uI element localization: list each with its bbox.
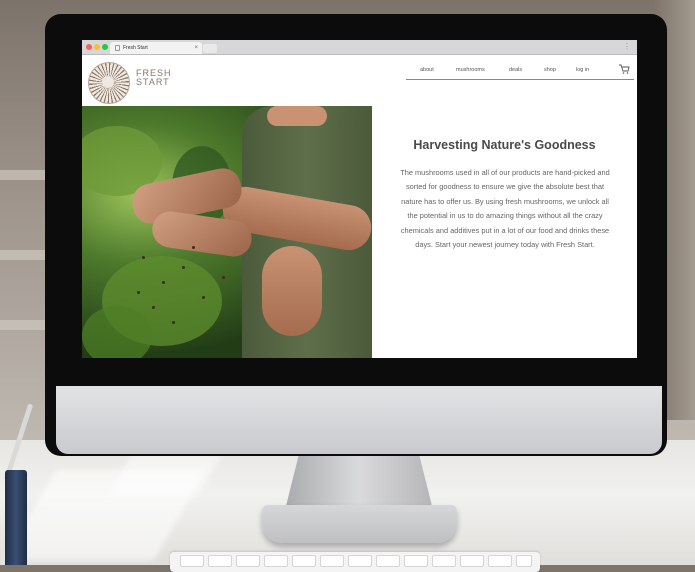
keyboard-key bbox=[320, 555, 344, 567]
soil-particle bbox=[162, 281, 165, 284]
new-tab-button[interactable] bbox=[203, 44, 217, 53]
pen-cup bbox=[5, 470, 27, 565]
soil-particle bbox=[192, 246, 195, 249]
cart-icon[interactable] bbox=[618, 64, 630, 74]
nav-link-about[interactable]: about bbox=[420, 67, 434, 73]
brand-name-line2[interactable]: START bbox=[136, 78, 170, 87]
browser-tab[interactable]: Fresh Start × bbox=[110, 42, 202, 54]
hero-image bbox=[82, 106, 372, 358]
monitor-stand-base bbox=[262, 505, 457, 543]
keyboard-key bbox=[348, 555, 372, 567]
mushroom-logo-icon[interactable] bbox=[88, 62, 130, 104]
nav-link-login[interactable]: log in bbox=[576, 67, 589, 73]
hero-heading: Harvesting Nature's Goodness bbox=[413, 138, 596, 152]
tab-title: Fresh Start bbox=[123, 45, 148, 51]
soil-particle bbox=[222, 276, 225, 279]
keyboard-key bbox=[460, 555, 484, 567]
nav-link-deals[interactable]: deals bbox=[509, 67, 522, 73]
foliage bbox=[82, 306, 152, 358]
keyboard-key bbox=[516, 555, 532, 567]
keyboard-key bbox=[404, 555, 428, 567]
maximize-window-button[interactable] bbox=[102, 44, 108, 50]
keyboard bbox=[170, 552, 540, 572]
soil-particle bbox=[172, 321, 175, 324]
nav-underline bbox=[406, 79, 634, 80]
main-nav: about mushrooms deals shop log in bbox=[406, 64, 634, 78]
hero-paragraph: The mushrooms used in all of our product… bbox=[400, 168, 610, 250]
page-icon bbox=[115, 45, 120, 51]
soil-particle bbox=[202, 296, 205, 299]
soil-particle bbox=[142, 256, 145, 259]
person-face bbox=[267, 106, 327, 126]
keyboard-key bbox=[208, 555, 232, 567]
close-window-button[interactable] bbox=[86, 44, 92, 50]
keyboard-key bbox=[488, 555, 512, 567]
keyboard-key bbox=[236, 555, 260, 567]
browser-chrome: Fresh Start × ⋮ bbox=[82, 40, 637, 55]
close-tab-icon[interactable]: × bbox=[194, 42, 198, 54]
screen: Fresh Start × ⋮ FRESH START about mushro… bbox=[82, 40, 637, 358]
nav-link-shop[interactable]: shop bbox=[544, 67, 556, 73]
person-arm bbox=[262, 246, 322, 336]
browser-menu-icon[interactable]: ⋮ bbox=[623, 43, 631, 51]
keyboard-key bbox=[432, 555, 456, 567]
keyboard-key bbox=[292, 555, 316, 567]
keyboard-key bbox=[264, 555, 288, 567]
monitor-chin bbox=[56, 386, 662, 454]
minimize-window-button[interactable] bbox=[94, 44, 100, 50]
nav-link-mushrooms[interactable]: mushrooms bbox=[456, 67, 485, 73]
soil-particle bbox=[182, 266, 185, 269]
soil-particle bbox=[152, 306, 155, 309]
soil-particle bbox=[137, 291, 140, 294]
keyboard-key bbox=[376, 555, 400, 567]
keyboard-key bbox=[180, 555, 204, 567]
